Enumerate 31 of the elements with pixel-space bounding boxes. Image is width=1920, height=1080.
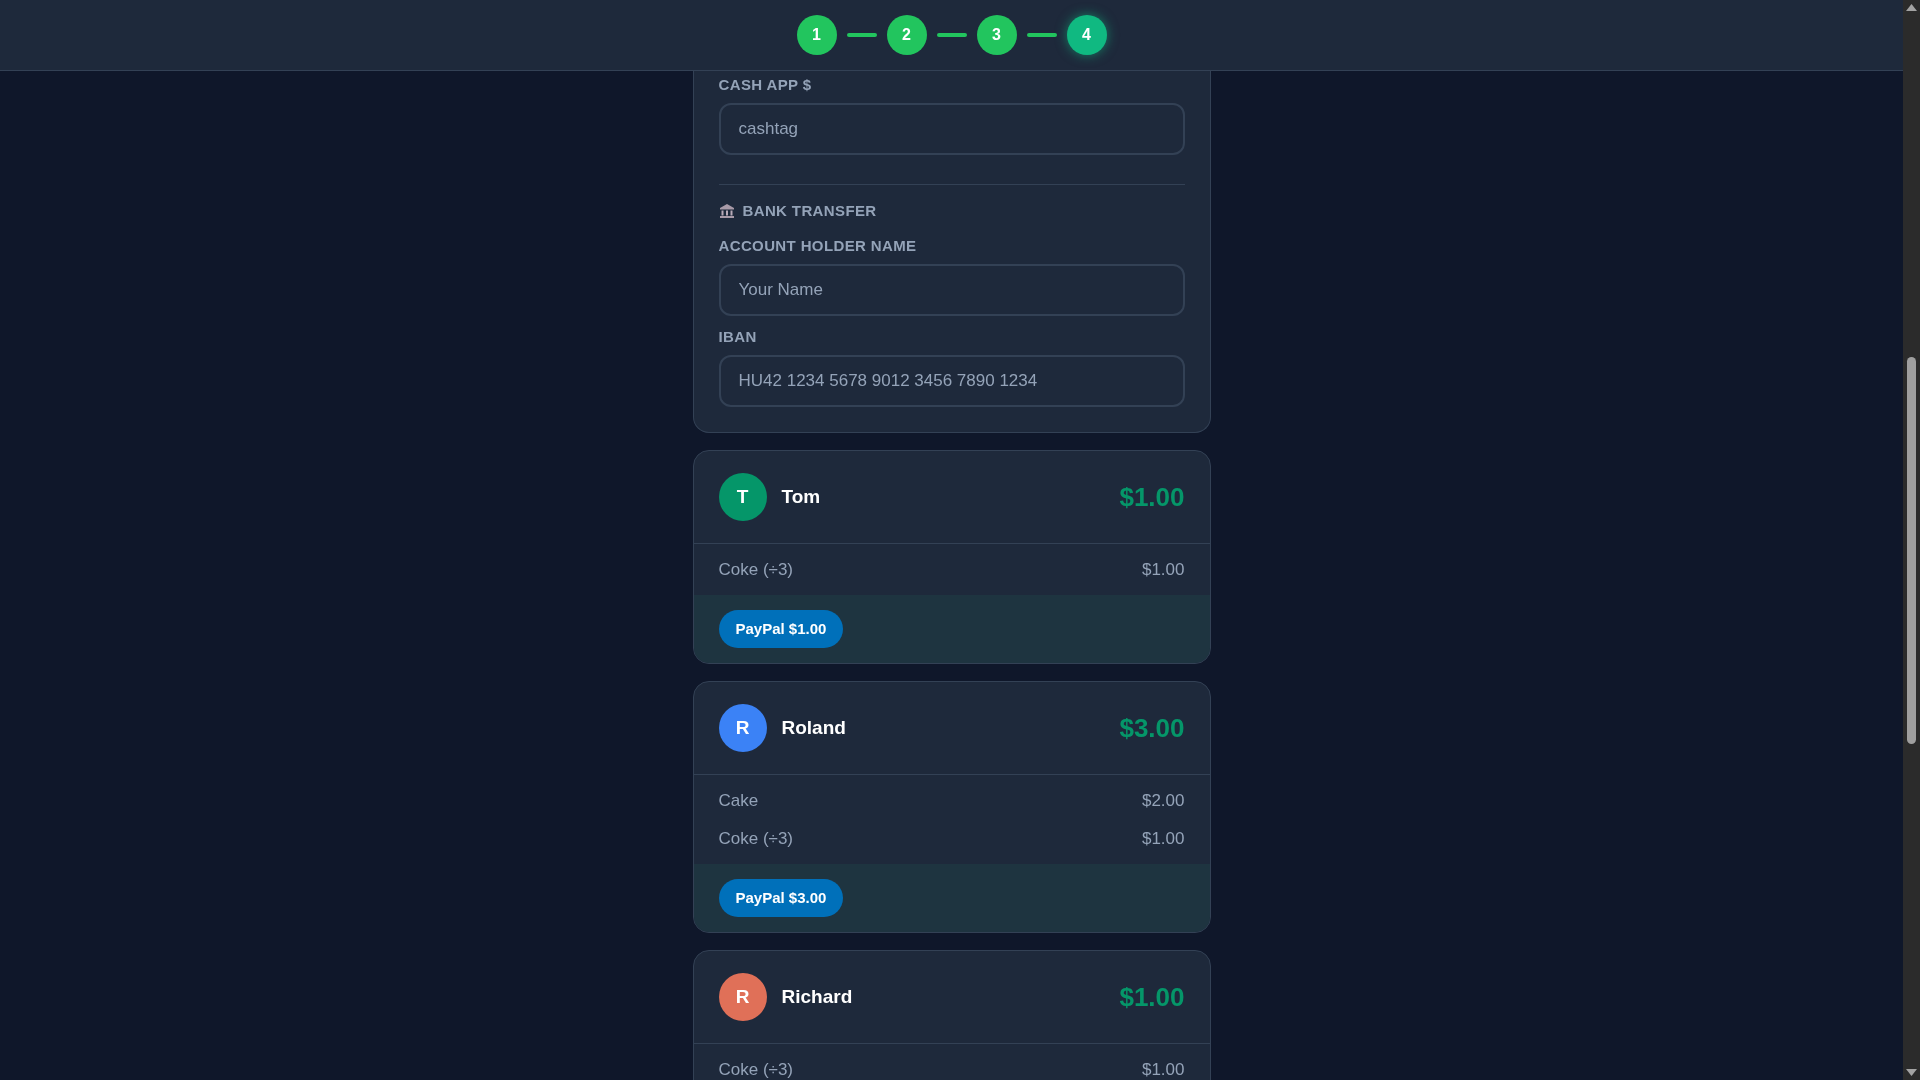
input-field[interactable]: Your Name [718, 264, 1185, 316]
item-name: Coke (÷3) [718, 828, 794, 850]
item-amount: $1.00 [1141, 559, 1185, 581]
avatar: R [718, 973, 767, 1021]
avatar: R [718, 704, 767, 752]
person-total: $3.00 [1119, 711, 1185, 745]
paypal-button[interactable]: PayPal $3.00 [718, 879, 844, 917]
bank-icon [718, 203, 735, 219]
person-name: Richard [781, 984, 853, 1009]
person-total: $1.00 [1119, 480, 1185, 514]
field-label: IBAN [718, 327, 758, 347]
item-amount: $1.00 [1141, 828, 1185, 850]
item-amount: $2.00 [1141, 790, 1185, 812]
item-name: Coke (÷3) [718, 1059, 794, 1080]
paypal-button[interactable]: PayPal $1.00 [718, 610, 844, 648]
section-heading: BANK TRANSFER [742, 200, 877, 221]
item-amount: $1.00 [1141, 1059, 1185, 1080]
item-name: Cake [718, 790, 759, 812]
scrollbar[interactable] [1903, 0, 1920, 1080]
input-field[interactable]: cashtag [718, 103, 1185, 155]
scroll-up-icon[interactable] [1906, 4, 1917, 11]
input-field[interactable]: HU42 1234 5678 9012 3456 7890 1234 [718, 355, 1185, 407]
person-name: Tom [781, 484, 821, 509]
person-name: Roland [781, 715, 846, 740]
scroll-down-icon[interactable] [1906, 1069, 1917, 1076]
field-label: CASH APP $ [718, 75, 813, 95]
scrollbar-thumb[interactable] [1907, 357, 1916, 744]
avatar: T [718, 473, 767, 521]
field-label: ACCOUNT HOLDER NAME [718, 236, 918, 256]
item-name: Coke (÷3) [718, 559, 794, 581]
person-total: $1.00 [1119, 980, 1185, 1014]
